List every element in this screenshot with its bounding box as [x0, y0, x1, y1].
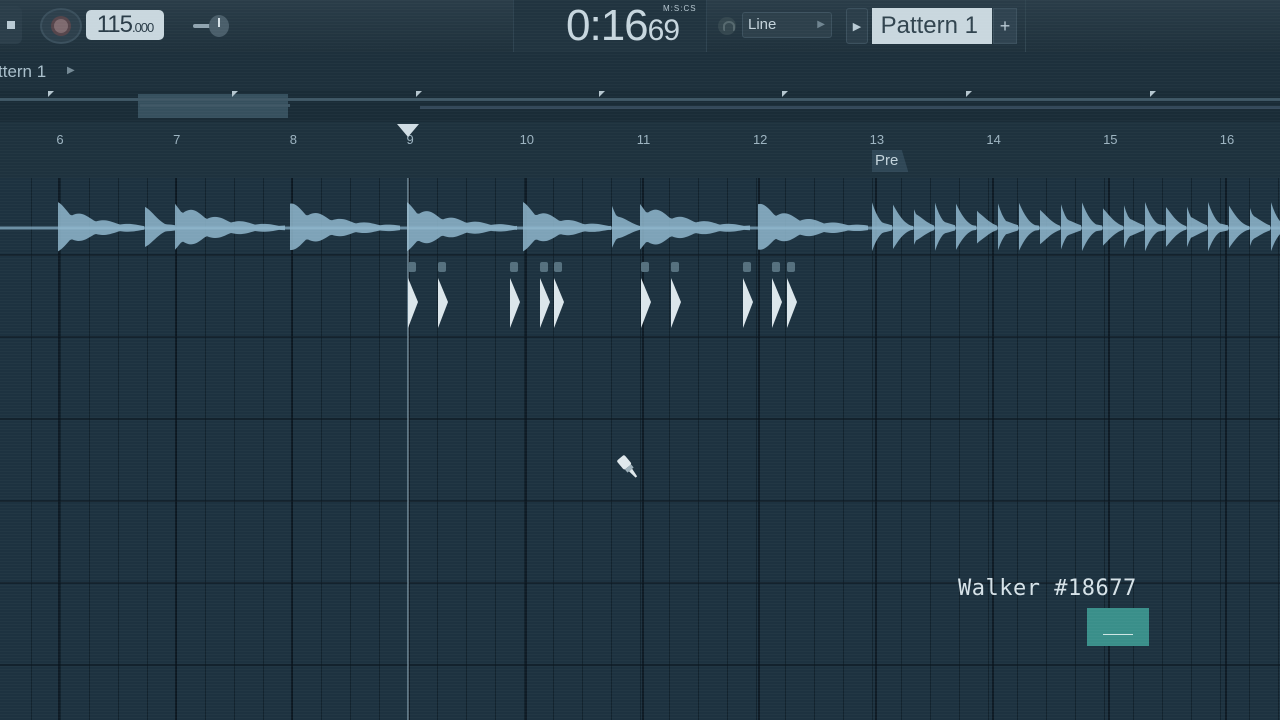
step-note[interactable]: [552, 258, 564, 328]
plus-icon: +: [999, 15, 1011, 36]
bar-number-14: 14: [986, 132, 1001, 147]
overview-marker: [782, 91, 788, 97]
overview-clip-band: [420, 106, 1280, 109]
waveform-transient: [1271, 202, 1280, 252]
overview-clip-band: [310, 98, 1280, 101]
toolbar-divider: [1025, 0, 1026, 52]
stop-icon: [7, 21, 15, 29]
waveform-transient: [1208, 202, 1228, 252]
waveform-transient: [998, 203, 1018, 251]
record-icon: [54, 19, 68, 33]
waveform-transient: [175, 203, 285, 250]
step-note[interactable]: [508, 258, 520, 328]
watermark-text: Walker #18677: [958, 576, 1137, 601]
pitch-knob-icon: [209, 15, 229, 37]
waveform-transient: [1082, 202, 1102, 252]
waveform-transient: [1250, 207, 1270, 247]
waveform-transient: [1061, 204, 1081, 250]
waveform-transient: [1229, 205, 1249, 249]
audio-clip-waveform[interactable]: [0, 192, 1280, 264]
watermark-logo: [1087, 608, 1149, 646]
bar-number-12: 12: [752, 132, 768, 147]
playlist-header: ttern 1 ▶: [0, 52, 1280, 90]
overview-marker: [416, 91, 422, 97]
bar-number-6: 6: [56, 132, 64, 147]
overview-marker: [1150, 91, 1156, 97]
overview-marker: [599, 91, 605, 97]
master-pitch-knob[interactable]: [193, 15, 237, 37]
stop-button[interactable]: [0, 6, 22, 44]
bar-number-7: 7: [173, 132, 181, 147]
bar-number-15: 15: [1103, 132, 1118, 147]
waveform-transient: [758, 203, 868, 250]
step-note[interactable]: [770, 258, 782, 328]
waveform-transient: [1019, 202, 1039, 251]
waveform-transient: [977, 210, 997, 244]
chevron-right-icon[interactable]: ▶: [67, 65, 75, 76]
play-arrow-icon: ▶: [852, 20, 862, 33]
waveform-transient: [523, 202, 611, 252]
snap-select-value: Line: [748, 16, 777, 33]
chevron-right-icon: ▶: [817, 19, 825, 30]
waveform-transient: [612, 205, 640, 248]
step-note[interactable]: [785, 258, 797, 328]
bar-number-11: 11: [636, 132, 651, 147]
bar-number-10: 10: [519, 132, 535, 147]
waveform-transient: [893, 204, 913, 250]
tempo-fraction: .000: [131, 20, 154, 35]
playlist-overview[interactable]: [0, 90, 1280, 122]
waveform-transient: [914, 209, 934, 245]
snap-select[interactable]: Line ▶: [742, 12, 832, 38]
waveform-transient: [640, 204, 750, 250]
timeline-ruler[interactable]: 6 7 8 9 10 11 12 13 14 15 16: [0, 122, 1280, 179]
record-button[interactable]: [40, 8, 82, 44]
bar-number-13: 13: [869, 132, 885, 147]
playlist-title[interactable]: ttern 1: [0, 62, 46, 82]
waveform-transient: [407, 202, 517, 252]
step-note[interactable]: [406, 258, 418, 328]
bar-number-16: 16: [1219, 132, 1235, 147]
waveform-transient: [290, 203, 400, 251]
overview-marker: [48, 91, 54, 97]
playhead-marker[interactable]: [397, 124, 419, 137]
tempo-display[interactable]: 115.000: [86, 10, 164, 40]
waveform-transient: [956, 203, 976, 250]
waveform-transient: [1187, 206, 1207, 248]
pattern-selector[interactable]: Pattern 1: [872, 8, 992, 44]
step-note[interactable]: [538, 258, 550, 328]
overview-clip-band: [140, 104, 290, 107]
step-note[interactable]: [639, 258, 651, 328]
waveform-transient: [58, 202, 144, 252]
song-time-centiseconds: 69: [647, 14, 680, 47]
waveform-transient: [1145, 202, 1165, 252]
overview-marker: [966, 91, 972, 97]
time-format-label[interactable]: M:S:CS: [663, 4, 697, 13]
tempo-value: 115: [96, 11, 133, 38]
toolbar: 115.000 0:1669 M:S:CS Line ▶ ▶ Pattern 1…: [0, 0, 1280, 53]
waveform-transient: [1040, 209, 1060, 245]
waveform-transient: [872, 202, 892, 252]
waveform-transient: [935, 202, 955, 251]
pattern-selector-arrow-button[interactable]: ▶: [846, 8, 868, 44]
add-pattern-button[interactable]: +: [993, 8, 1017, 44]
step-note[interactable]: [669, 258, 681, 328]
step-note[interactable]: [741, 258, 753, 328]
waveform-transient: [145, 206, 175, 248]
waveform-transient: [1103, 208, 1123, 246]
overview-marker: [232, 91, 238, 97]
step-note[interactable]: [436, 258, 448, 328]
waveform-transient: [1166, 206, 1186, 247]
waveform-transient: [1124, 205, 1144, 249]
bar-number-8: 8: [289, 132, 298, 147]
snap-magnet-icon[interactable]: [718, 17, 736, 35]
song-time-main: 0:16: [566, 1, 649, 50]
paint-brush-cursor-icon: [617, 455, 638, 478]
